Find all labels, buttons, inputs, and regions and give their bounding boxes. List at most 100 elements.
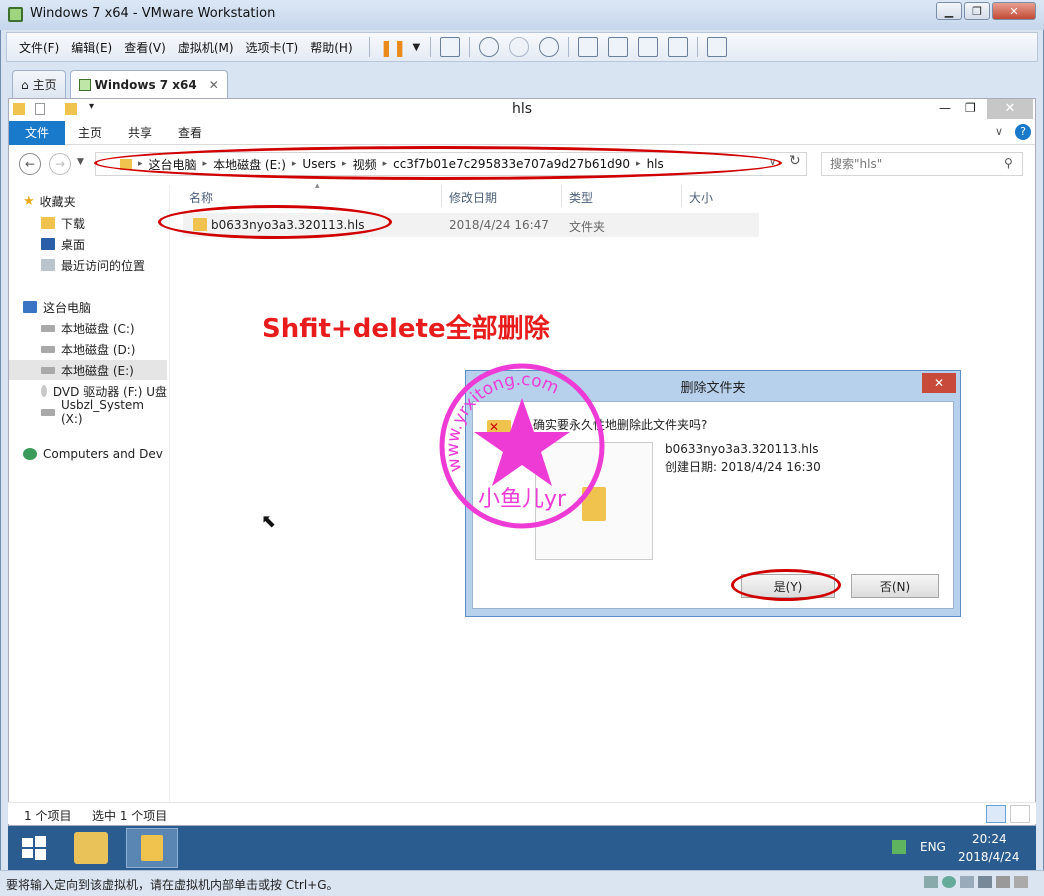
close-icon: ✕ (1009, 4, 1019, 18)
menu-list: 文件(F) 编辑(E) 查看(V) 虚拟机(M) 选项卡(T) 帮助(H) (7, 39, 365, 56)
nav-drive-x-label: Usbzl_System (X:) (60, 398, 144, 426)
library-view-icon[interactable] (578, 37, 599, 57)
minimize-icon: ▁ (944, 4, 954, 18)
search-icon: ⚲ (1004, 156, 1013, 170)
nav-drive-f-label: DVD 驱动器 (F:) U盘 (52, 384, 167, 399)
nav-drive-c[interactable]: 本地磁盘 (C:) (41, 318, 135, 338)
no-button[interactable]: 否(N) (851, 574, 939, 598)
vmware-menubar: 文件(F) 编辑(E) 查看(V) 虚拟机(M) 选项卡(T) 帮助(H) ❚❚… (6, 32, 1038, 62)
nav-this-pc-label: 这台电脑 (43, 300, 92, 315)
nav-drive-d[interactable]: 本地磁盘 (D:) (41, 339, 135, 359)
nav-recent[interactable]: 最近访问的位置 (41, 255, 145, 275)
navigation-pane: ★ 收藏夹 下载 桌面 最近访问的位置 这台电脑 本地磁盘 (C:) 本地磁盘 … (9, 185, 169, 805)
start-button[interactable] (20, 834, 48, 862)
tray-network-icon[interactable] (892, 840, 906, 854)
toolbar-separator (368, 37, 370, 57)
explorer-minimize-icon[interactable]: — (939, 101, 951, 115)
ribbon-tab-home[interactable]: 主页 (65, 121, 115, 145)
header-type[interactable]: 类型 (569, 189, 593, 206)
explorer-titlebar: ▾ hls — ❐ ✕ (9, 99, 1035, 121)
explorer-restore-icon[interactable]: ❐ (965, 101, 976, 115)
search-input[interactable]: 搜索"hls" ⚲ (821, 152, 1023, 176)
drive-icon (41, 408, 55, 416)
windows-taskbar: ENG 20:24 2018/4/24 (8, 826, 1036, 870)
help-icon[interactable]: ? (1015, 124, 1031, 140)
nav-downloads[interactable]: 下载 (41, 213, 85, 233)
nav-favorites-label: 收藏夹 (39, 194, 76, 209)
revert-snapshot-icon[interactable] (509, 37, 530, 57)
minimize-button[interactable]: ▁ (936, 2, 962, 20)
tray-date[interactable]: 2018/4/24 (958, 850, 1020, 864)
tab-windows7-label: Windows 7 x64 (94, 77, 197, 92)
cdrom-icon[interactable] (942, 876, 956, 888)
snapshot-icon[interactable] (479, 37, 500, 57)
tab-home-label: 主页 (32, 78, 57, 92)
menu-file[interactable]: 文件(F) (19, 39, 59, 56)
pause-button[interactable]: ❚❚ ▼ (380, 38, 421, 57)
network-adapter-icon[interactable] (960, 876, 974, 888)
header-date[interactable]: 修改日期 (449, 189, 497, 206)
nav-drive-e-label: 本地磁盘 (E:) (61, 363, 134, 378)
nav-drive-d-label: 本地磁盘 (D:) (61, 342, 136, 357)
forward-button[interactable]: → (49, 153, 71, 175)
vmware-tabs: ⌂ 主页 Windows 7 x64 ✕ (6, 66, 1038, 98)
snapshot-manager-icon[interactable] (539, 37, 560, 57)
tab-close-icon[interactable]: ✕ (209, 78, 219, 92)
home-icon: ⌂ (21, 77, 29, 92)
pane-divider[interactable] (169, 185, 170, 805)
send-ctrl-alt-del-icon[interactable] (440, 37, 461, 57)
menu-edit[interactable]: 编辑(E) (71, 39, 112, 56)
usb-icon[interactable] (978, 876, 992, 888)
taskbar-file-explorer-icon[interactable] (74, 832, 108, 864)
ribbon-tab-view[interactable]: 查看 (165, 121, 215, 145)
close-button[interactable]: ✕ (992, 2, 1036, 20)
menu-tabs[interactable]: 选项卡(T) (246, 39, 299, 56)
nav-drive-e[interactable]: 本地磁盘 (E:) (9, 360, 167, 380)
taskbar-explorer-window[interactable] (126, 828, 178, 868)
tray-language[interactable]: ENG (920, 840, 946, 854)
tray-time[interactable]: 20:24 (972, 832, 1007, 846)
tab-home[interactable]: ⌂ 主页 (12, 70, 66, 98)
menu-vm[interactable]: 虚拟机(M) (178, 39, 234, 56)
thumbnail-view-icon[interactable] (707, 37, 728, 57)
explorer-title: hls (511, 101, 533, 117)
header-divider[interactable] (681, 185, 682, 207)
ribbon-expand-icon[interactable]: ∨ (995, 125, 1003, 138)
menu-help[interactable]: 帮助(H) (310, 39, 352, 56)
unity-icon[interactable] (668, 37, 689, 57)
recent-locations-icon[interactable]: ▼ (77, 157, 84, 167)
maximize-button[interactable]: ❐ (964, 2, 990, 20)
dvd-icon (41, 385, 47, 397)
nav-favorites[interactable]: ★ 收藏夹 (23, 191, 76, 211)
vm-icon (78, 78, 91, 91)
nav-desktop[interactable]: 桌面 (41, 234, 85, 254)
vmware-status-hint: 要将输入定向到该虚拟机，请在虚拟机内部单击或按 Ctrl+G。 (6, 878, 339, 892)
message-icon[interactable] (1014, 876, 1028, 888)
hdd-icon[interactable] (924, 876, 938, 888)
sound-icon[interactable] (996, 876, 1010, 888)
tab-windows7[interactable]: Windows 7 x64 ✕ (69, 70, 228, 98)
header-size[interactable]: 大小 (689, 189, 713, 206)
details-view-icon[interactable] (986, 805, 1006, 823)
nav-drive-x[interactable]: Usbzl_System (X:) (41, 398, 169, 426)
dialog-item-created: 创建日期: 2018/4/24 16:30 (665, 460, 821, 474)
refresh-icon[interactable]: ↻ (789, 153, 801, 169)
explorer-statusbar: 1 个项目 选中 1 个项目 (8, 802, 1036, 824)
search-placeholder: 搜索"hls" (830, 157, 883, 171)
fullscreen-icon[interactable] (638, 37, 659, 57)
device-icons (924, 876, 1028, 888)
header-divider[interactable] (561, 185, 562, 207)
ribbon-tab-share[interactable]: 共享 (115, 121, 165, 145)
menu-view[interactable]: 查看(V) (124, 39, 166, 56)
dialog-close-button[interactable]: ✕ (922, 373, 956, 393)
nav-network[interactable]: Computers and Dev (23, 444, 169, 464)
nav-this-pc[interactable]: 这台电脑 (23, 297, 91, 317)
explorer-close-button[interactable]: ✕ (987, 99, 1033, 119)
console-view-icon[interactable] (608, 37, 629, 57)
ribbon-tab-file[interactable]: 文件 (9, 120, 66, 145)
large-icons-view-icon[interactable] (1010, 805, 1030, 823)
header-divider[interactable] (441, 185, 442, 207)
back-button[interactable]: ← (19, 153, 41, 175)
nav-network-label: Computers and Dev (43, 447, 163, 461)
header-name[interactable]: 名称 (189, 189, 213, 206)
